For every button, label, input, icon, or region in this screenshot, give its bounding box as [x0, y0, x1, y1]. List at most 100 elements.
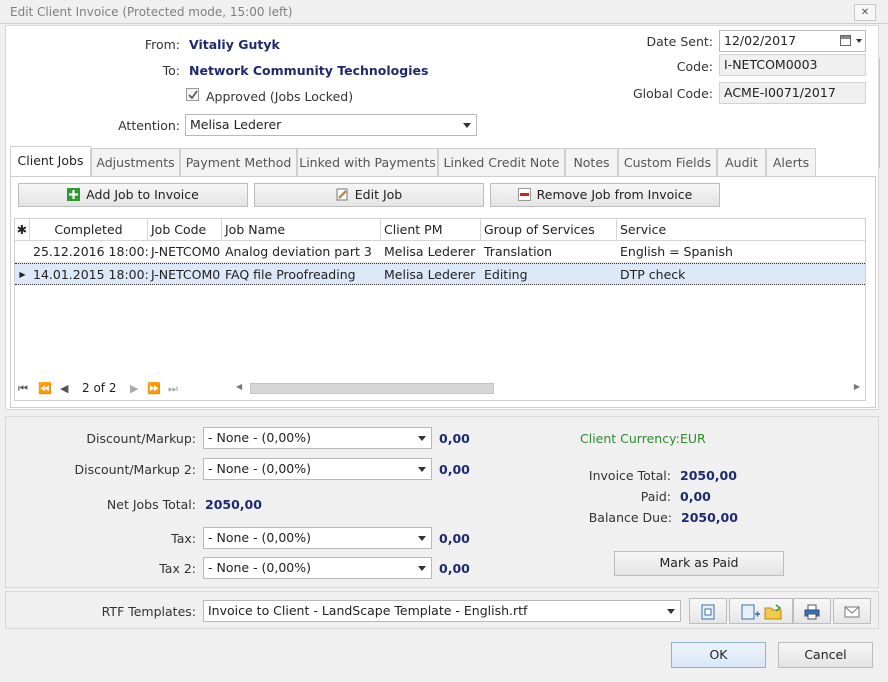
- tax2-select[interactable]: - None - (0,00%): [203, 557, 432, 579]
- date-sent-value: 12/02/2017: [724, 33, 797, 48]
- tab-alerts[interactable]: Alerts: [766, 148, 816, 176]
- discount-value: - None - (0,00%): [208, 430, 312, 445]
- discount-select[interactable]: - None - (0,00%): [203, 427, 432, 449]
- scroll-right-icon[interactable]: ▶: [854, 382, 860, 391]
- cell-job-code: J-NETCOM0: [151, 244, 221, 259]
- col-completed[interactable]: Completed: [30, 219, 148, 241]
- table-row-selected[interactable]: ▶ 14.01.2015 18:00:00 J-NETCOM0 FAQ file…: [15, 263, 865, 285]
- folder-icon: [764, 603, 782, 619]
- tab-audit[interactable]: Audit: [717, 148, 766, 176]
- next-set-icon[interactable]: ⏩: [147, 382, 161, 395]
- global-code-label: Global Code:: [632, 86, 713, 101]
- printer-icon: [804, 604, 820, 619]
- scroll-thumb[interactable]: [250, 383, 494, 394]
- envelope-icon: [844, 606, 860, 617]
- document-button[interactable]: [689, 598, 727, 624]
- mark-as-paid-button[interactable]: Mark as Paid: [614, 551, 784, 576]
- discount2-select[interactable]: - None - (0,00%): [203, 458, 432, 480]
- tab-notes[interactable]: Notes: [565, 148, 618, 176]
- first-page-icon[interactable]: ⏮: [18, 382, 28, 396]
- invoice-total-label: Invoice Total:: [588, 468, 671, 483]
- discount2-label: Discount/Markup 2:: [74, 462, 196, 477]
- date-sent-label: Date Sent:: [646, 34, 713, 49]
- edit-job-button[interactable]: Edit Job: [254, 183, 484, 207]
- attention-select[interactable]: Melisa Lederer: [185, 114, 477, 136]
- tax-amount: 0,00: [439, 531, 470, 546]
- tab-linked-credit-note[interactable]: Linked Credit Note: [438, 148, 565, 176]
- discount2-amount: 0,00: [439, 462, 470, 477]
- table-row[interactable]: 25.12.2016 18:00:00 J-NETCOM0 Analog dev…: [15, 241, 865, 263]
- cell-job-name: Analog deviation part 3: [225, 244, 372, 259]
- tab-linked-payments[interactable]: Linked with Payments: [297, 148, 438, 176]
- global-code-field: ACME-I0071/2017: [719, 82, 866, 104]
- last-page-icon[interactable]: ⏭: [168, 382, 178, 396]
- document-icon: [701, 604, 715, 619]
- discount2-value: - None - (0,00%): [208, 461, 312, 476]
- attention-value: Melisa Lederer: [190, 117, 282, 132]
- to-label: To:: [162, 63, 180, 78]
- close-button[interactable]: ✕: [854, 4, 876, 21]
- tax-select[interactable]: - None - (0,00%): [203, 527, 432, 549]
- rtf-label: RTF Templates:: [101, 604, 196, 619]
- discount-amount: 0,00: [439, 431, 470, 446]
- col-job-name[interactable]: Job Name: [222, 219, 381, 241]
- col-job-code[interactable]: Job Code: [148, 219, 222, 241]
- tab-adjustments[interactable]: Adjustments: [91, 148, 180, 176]
- col-service[interactable]: Service: [617, 219, 865, 241]
- net-total-value: 2050,00: [205, 497, 262, 512]
- add-job-button[interactable]: Add Job to Invoice: [18, 183, 248, 207]
- tax2-label: Tax 2:: [159, 561, 196, 576]
- asterisk-icon: ✱: [15, 219, 30, 241]
- col-client-pm[interactable]: Client PM: [381, 219, 481, 241]
- ok-button[interactable]: OK: [671, 642, 766, 668]
- cell-service: DTP check: [620, 267, 686, 282]
- window-title: Edit Client Invoice (Protected mode, 15:…: [0, 0, 888, 24]
- discount-label: Discount/Markup:: [86, 431, 196, 446]
- net-total-label: Net Jobs Total:: [106, 497, 196, 512]
- chevron-down-icon: [463, 123, 471, 128]
- from-value: Vitaliy Gutyk: [189, 37, 280, 52]
- prev-set-icon[interactable]: ⏪: [38, 382, 52, 395]
- col-group-of-services[interactable]: Group of Services: [481, 219, 617, 241]
- next-page-icon[interactable]: ▶: [130, 382, 138, 395]
- rtf-template-select[interactable]: Invoice to Client - LandScape Template -…: [203, 600, 681, 622]
- cell-client-pm: Melisa Lederer: [384, 244, 476, 259]
- approved-checkbox[interactable]: Approved (Jobs Locked): [186, 88, 353, 106]
- from-label: From:: [144, 37, 180, 52]
- attention-label: Attention:: [118, 118, 180, 133]
- email-button[interactable]: [833, 598, 871, 624]
- grid-horizontal-scrollbar[interactable]: ◀ ▶: [232, 379, 864, 397]
- tax-value: - None - (0,00%): [208, 530, 312, 545]
- tab-client-jobs[interactable]: Client Jobs: [10, 146, 91, 176]
- scroll-left-icon[interactable]: ◀: [236, 382, 242, 391]
- plus-icon: [67, 188, 81, 201]
- cell-job-code: J-NETCOM0: [151, 267, 221, 282]
- code-label: Code:: [676, 59, 713, 74]
- open-template-button[interactable]: [729, 598, 793, 624]
- tab-custom-fields[interactable]: Custom Fields: [618, 148, 717, 176]
- balance-value: 2050,00: [681, 510, 738, 525]
- chevron-down-icon: [418, 566, 426, 571]
- cell-completed: 25.12.2016 18:00:00: [33, 244, 148, 259]
- remove-job-button[interactable]: Remove Job from Invoice: [490, 183, 720, 207]
- side-scrollbar[interactable]: [879, 58, 888, 168]
- cell-job-name: FAQ file Proofreading: [225, 267, 356, 282]
- remove-job-label: Remove Job from Invoice: [536, 187, 693, 202]
- rtf-template-value: Invoice to Client - LandScape Template -…: [208, 603, 528, 618]
- paid-label: Paid:: [640, 489, 671, 504]
- tax2-value: - None - (0,00%): [208, 560, 312, 575]
- cancel-button[interactable]: Cancel: [778, 642, 873, 668]
- print-button[interactable]: [793, 598, 831, 624]
- prev-page-icon[interactable]: ◀: [60, 382, 68, 395]
- date-sent-picker[interactable]: 12/02/2017: [719, 30, 866, 52]
- tab-payment-method[interactable]: Payment Method: [180, 148, 297, 176]
- currency-label: Client Currency:: [580, 431, 680, 446]
- close-icon: ✕: [860, 7, 870, 18]
- cell-completed: 14.01.2015 18:00:00: [33, 267, 148, 282]
- minus-icon: [517, 188, 531, 201]
- cell-service: English = Spanish: [620, 244, 733, 259]
- chevron-down-icon: [418, 536, 426, 541]
- grid-header: ✱ Completed Job Code Job Name Client PM …: [15, 219, 865, 241]
- calendar-icon[interactable]: [840, 35, 851, 46]
- row-indicator-icon: ▶: [19, 270, 26, 279]
